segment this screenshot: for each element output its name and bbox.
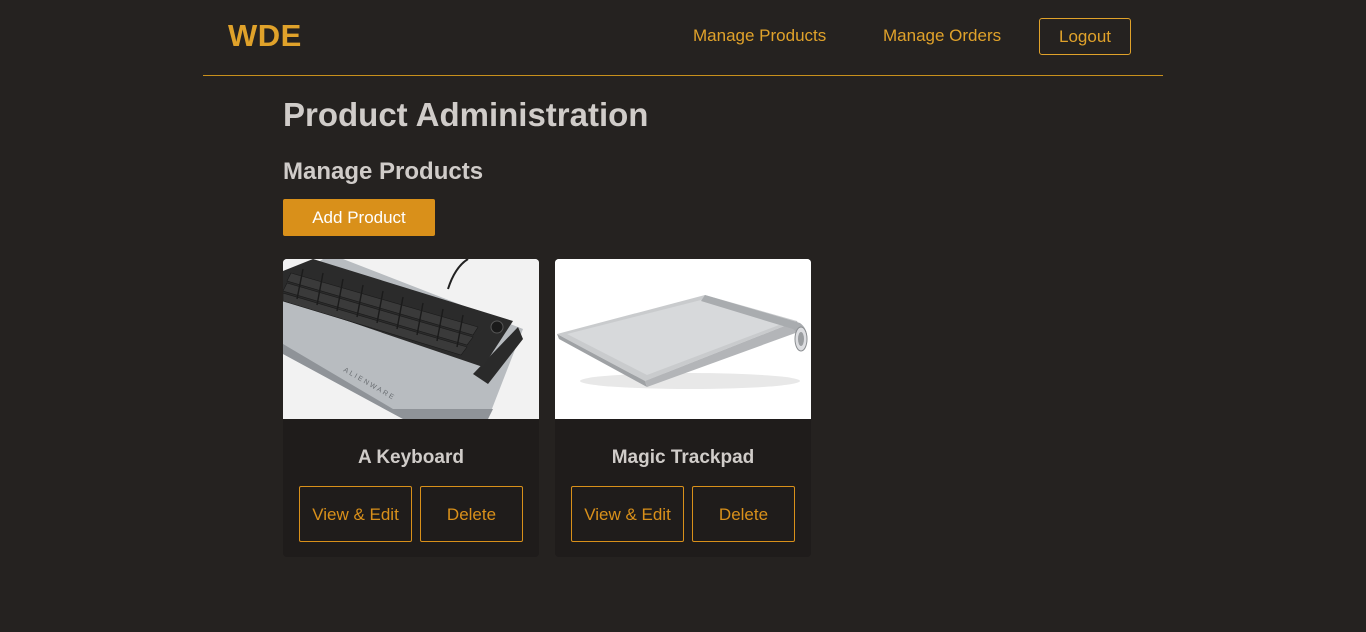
delete-button[interactable]: Delete — [420, 486, 523, 542]
logout-button[interactable]: Logout — [1039, 18, 1131, 55]
trackpad-image — [555, 259, 811, 419]
product-name: A Keyboard — [358, 447, 464, 468]
delete-button[interactable]: Delete — [692, 486, 795, 542]
section-title: Manage Products — [283, 158, 484, 185]
top-navbar: WDE Manage Products Manage Orders Logout — [203, 0, 1163, 76]
add-product-button[interactable]: Add Product — [283, 199, 435, 236]
keyboard-image: ALIENWARE — [283, 259, 539, 419]
site-logo[interactable]: WDE — [228, 18, 302, 54]
view-edit-button[interactable]: View & Edit — [571, 486, 684, 542]
page-title: Product Administration — [283, 96, 649, 133]
view-edit-button[interactable]: View & Edit — [299, 486, 412, 542]
nav-manage-orders-link[interactable]: Manage Orders — [883, 26, 1001, 46]
nav-manage-products-link[interactable]: Manage Products — [693, 26, 826, 46]
product-card: Magic Trackpad View & Edit Delete — [555, 259, 811, 557]
product-name: Magic Trackpad — [611, 447, 755, 468]
product-card: ALIENWARE A Keyboard View & Edit Delete — [283, 259, 539, 557]
